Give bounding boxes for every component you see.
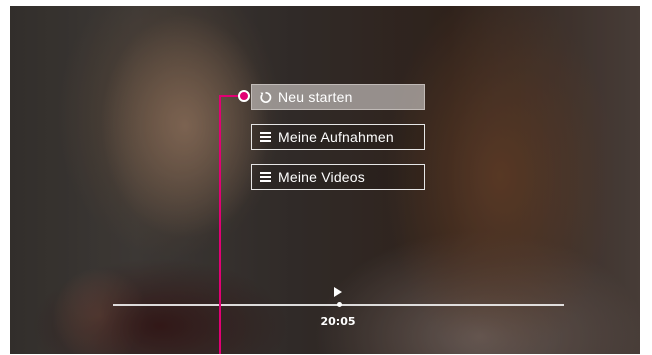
restart-icon xyxy=(258,90,272,104)
progress-position-marker[interactable] xyxy=(336,302,342,307)
my-videos-button[interactable]: Meine Videos xyxy=(251,164,425,190)
play-icon xyxy=(334,287,342,297)
menu-icon xyxy=(258,130,272,144)
restart-label: Neu starten xyxy=(278,89,353,105)
my-recordings-label: Meine Aufnahmen xyxy=(278,129,394,145)
tv-screen: Neu starten Meine Aufnahmen Meine Videos… xyxy=(10,6,640,354)
my-recordings-button[interactable]: Meine Aufnahmen xyxy=(251,124,425,150)
current-time: 20:05 xyxy=(320,315,356,328)
callout-line-vertical xyxy=(219,95,221,354)
menu-icon xyxy=(258,170,272,184)
restart-button[interactable]: Neu starten xyxy=(251,84,425,110)
callout-marker xyxy=(238,90,250,102)
my-videos-label: Meine Videos xyxy=(278,169,365,185)
